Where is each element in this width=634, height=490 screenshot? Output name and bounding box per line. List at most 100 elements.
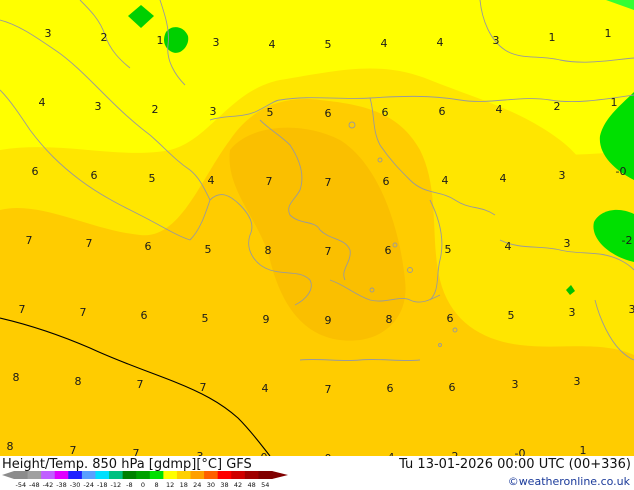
temperature-label: 3 (629, 303, 634, 316)
color-scale-swatch (122, 471, 137, 479)
color-scale-tick: 30 (207, 481, 215, 489)
temperature-label: 4 (442, 174, 449, 187)
color-scale-tick: -8 (126, 481, 132, 489)
temperature-label: 3 (45, 27, 52, 40)
color-scale: -54 -48 -42 -38 -30 -24 -18 -12 -8 0 8 12 18 24 30 38 42… (2, 471, 288, 489)
temperature-label: 6 (91, 169, 98, 182)
color-scale-tick: 18 (180, 481, 188, 489)
temperature-label: 2 (101, 31, 108, 44)
color-scale-left-arrow (2, 471, 14, 479)
temperature-label: 6 (325, 107, 332, 120)
temperature-label: 3 (210, 105, 217, 118)
temperature-label: 7 (200, 381, 207, 394)
color-scale-swatch (258, 471, 273, 479)
temperature-label: 4 (496, 103, 503, 116)
temperature-label: 9 (263, 313, 270, 326)
temperature-label: 5 (508, 309, 515, 322)
temperature-label: 1 (157, 34, 164, 47)
temperature-label: 4 (39, 96, 46, 109)
temperature-label: 6 (145, 240, 152, 253)
temperature-label: 8 (386, 313, 393, 326)
temperature-label: 7 (137, 378, 144, 391)
temperature-label: 4 (437, 36, 444, 49)
color-scale-swatch (149, 471, 164, 479)
temperature-label: 3 (493, 34, 500, 47)
temperature-label: 7 (80, 306, 87, 319)
color-scale-tick: -42 (43, 481, 54, 489)
temperature-label: 3 (569, 306, 576, 319)
temperature-label: 6 (32, 165, 39, 178)
temperature-label: 1 (549, 31, 556, 44)
valid-time: Tu 13-01-2026 00:00 UTC (00+336) (399, 457, 631, 472)
credit-link[interactable]: ©weatheronline.co.uk (508, 475, 630, 488)
color-scale-tick: 48 (247, 481, 255, 489)
color-scale-swatch (217, 471, 232, 479)
temperature-label: 6 (141, 309, 148, 322)
color-scale-tick: 42 (234, 481, 242, 489)
temperature-label: 5 (149, 172, 156, 185)
color-scale-swatch (244, 471, 259, 479)
temperature-label: -0 (616, 165, 627, 178)
color-scale-right-arrow (272, 471, 288, 479)
color-scale-tick: -12 (111, 481, 122, 489)
temperature-label: 6 (385, 244, 392, 257)
temperature-label: 6 (383, 175, 390, 188)
color-scale-tick: 54 (261, 481, 269, 489)
temperature-label: 6 (447, 312, 454, 325)
temperature-label: 6 (382, 106, 389, 119)
temperature-label: 8 (13, 371, 20, 384)
color-scale-swatch (190, 471, 205, 479)
color-scale-tick: -48 (29, 481, 40, 489)
color-scale-swatch (41, 471, 56, 479)
temperature-label: 5 (325, 38, 332, 51)
color-scale-tick: 0 (141, 481, 145, 489)
temperature-label: -0 (515, 447, 526, 456)
color-scale-swatch (204, 471, 219, 479)
color-scale-tick: -18 (97, 481, 108, 489)
map-title: Height/Temp. 850 hPa [gdmp][°C] GFS (2, 457, 252, 472)
color-scale-swatch (68, 471, 83, 479)
color-scale-tick: -38 (56, 481, 67, 489)
color-scale-swatch (231, 471, 246, 479)
temperature-label: 5 (267, 106, 274, 119)
temperature-label: 7 (325, 245, 332, 258)
color-scale-tick: 12 (166, 481, 174, 489)
temperature-label: 7 (325, 383, 332, 396)
color-scale-swatch (27, 471, 42, 479)
color-scale-swatch (54, 471, 69, 479)
temperature-label: 7 (266, 175, 273, 188)
color-scale-swatch (95, 471, 110, 479)
temperature-label: 3 (574, 375, 581, 388)
temperature-label: 8 (75, 375, 82, 388)
temperature-label: 4 (381, 37, 388, 50)
temperature-label: 8 (7, 440, 14, 453)
temperature-label: 6 (439, 105, 446, 118)
temperature-label: 7 (325, 176, 332, 189)
weather-map-page: 3 2 1 3 4 5 4 4 3 1 1 4 3 2 3 5 6 6 6 4 2 1 6 6 5 4 7 7 6 4 4 3 -0 7 7 6 5 8 7… (0, 0, 634, 490)
temperature-label: 3 (512, 378, 519, 391)
temperature-label: 3 (213, 36, 220, 49)
temperature-label: 4 (500, 172, 507, 185)
color-scale-swatch (14, 471, 29, 479)
temperature-label: 4 (262, 382, 269, 395)
color-scale-tick: -30 (70, 481, 81, 489)
temperature-label: 6 (449, 381, 456, 394)
temperature-label: 4 (505, 240, 512, 253)
temperature-label: 8 (265, 244, 272, 257)
color-scale-swatch (176, 471, 192, 479)
color-scale-swatch (81, 471, 96, 479)
temperature-label: 2 (152, 103, 159, 116)
color-scale-swatch (163, 471, 178, 479)
temperature-label: 3 (95, 100, 102, 113)
color-scale-tick: 38 (220, 481, 228, 489)
temperature-label: 7 (19, 303, 26, 316)
temperature-label: 3 (564, 237, 571, 250)
temperature-label: 1 (605, 27, 612, 40)
temperature-label: 1 (580, 444, 587, 456)
temperature-label: 9 (325, 314, 332, 327)
temperature-label: 2 (554, 100, 561, 113)
color-scale-swatch (136, 471, 151, 479)
temperature-label: 7 (70, 444, 77, 456)
color-scale-tick: -54 (15, 481, 26, 489)
temperature-label: 6 (387, 382, 394, 395)
